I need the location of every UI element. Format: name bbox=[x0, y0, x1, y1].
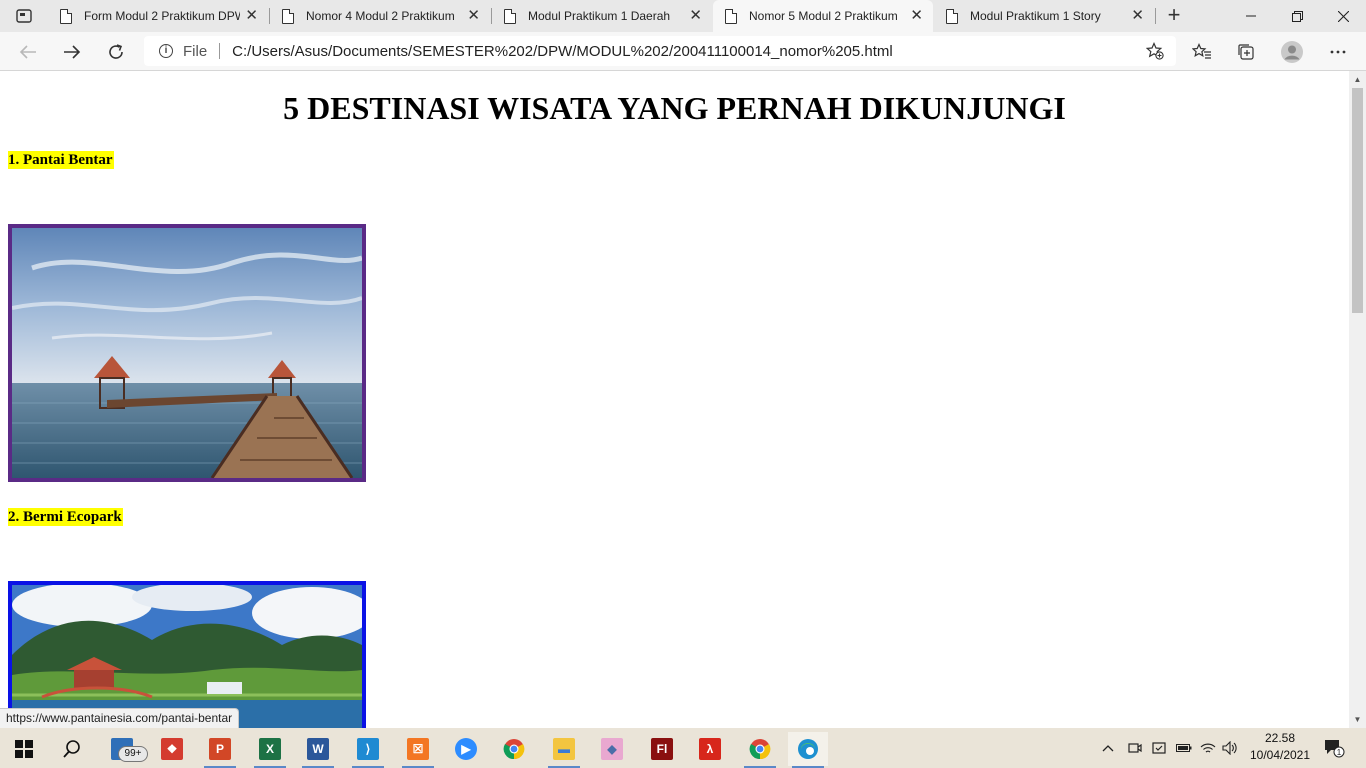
address-divider bbox=[219, 43, 221, 59]
powerpoint-icon[interactable]: P bbox=[200, 732, 240, 768]
tab-form-modul-2[interactable]: Form Modul 2 Praktikum DPW ✕ bbox=[48, 0, 268, 32]
close-window-button[interactable] bbox=[1320, 0, 1366, 32]
tab-modul-praktikum-daerah[interactable]: Modul Praktikum 1 Daerah ✕ bbox=[492, 0, 712, 32]
meet-now-icon[interactable] bbox=[1128, 728, 1142, 768]
info-icon[interactable]: i bbox=[159, 44, 173, 58]
acrobat-icon[interactable]: λ bbox=[690, 732, 730, 766]
close-icon[interactable]: ✕ bbox=[910, 8, 923, 24]
tab-nomor-5-active[interactable]: Nomor 5 Modul 2 Praktikum ✕ bbox=[713, 0, 933, 32]
forward-button[interactable] bbox=[58, 38, 86, 66]
windows-start-icon[interactable] bbox=[4, 732, 44, 766]
notification-badge: 99+ bbox=[118, 746, 148, 762]
tab-nomor-4[interactable]: Nomor 4 Modul 2 Praktikum ✕ bbox=[270, 0, 490, 32]
profile-avatar[interactable] bbox=[1278, 38, 1306, 66]
file-explorer-icon[interactable]: ▬ bbox=[544, 732, 584, 768]
flash-icon[interactable]: Fl bbox=[642, 732, 682, 766]
notification-count: 1 bbox=[1337, 748, 1342, 757]
action-center-icon[interactable]: 1 bbox=[1320, 736, 1348, 760]
tab-strip: Form Modul 2 Praktikum DPW ✕ Nomor 4 Mod… bbox=[0, 0, 1366, 32]
gift-app-icon[interactable]: ❖ bbox=[152, 732, 192, 766]
more-menu-icon[interactable] bbox=[1324, 38, 1352, 66]
scroll-up-arrow-icon[interactable]: ▲ bbox=[1349, 71, 1366, 88]
tab-actions-icon[interactable] bbox=[8, 4, 40, 28]
page-icon bbox=[60, 8, 72, 24]
windows-taskbar: 99+ ❖ P X W ⟩ ☒ ▶ ▬ ◆ Fl λ 22.58 10/04/2… bbox=[0, 728, 1366, 768]
tab-title: Nomor 4 Modul 2 Praktikum bbox=[306, 9, 455, 23]
scroll-thumb[interactable] bbox=[1352, 88, 1363, 313]
word-icon[interactable]: W bbox=[298, 732, 338, 768]
tab-modul-praktikum-story[interactable]: Modul Praktikum 1 Story ✕ bbox=[934, 0, 1154, 32]
wifi-icon[interactable] bbox=[1200, 728, 1216, 768]
clock-date: 10/04/2021 bbox=[1249, 748, 1311, 762]
tab-title: Form Modul 2 Praktikum DPW bbox=[84, 9, 240, 23]
chrome-alt-icon[interactable] bbox=[740, 732, 780, 768]
vertical-scrollbar[interactable]: ▲ ▼ bbox=[1349, 71, 1366, 728]
tab-divider bbox=[1155, 8, 1156, 24]
restore-button[interactable] bbox=[1274, 0, 1320, 32]
minimize-button[interactable] bbox=[1228, 0, 1274, 32]
maps-app-icon[interactable]: ◆ bbox=[592, 732, 632, 766]
refresh-button[interactable] bbox=[102, 38, 130, 66]
xampp-icon[interactable]: ☒ bbox=[398, 732, 438, 768]
back-button[interactable] bbox=[14, 38, 42, 66]
address-bar[interactable]: i File C:/Users/Asus/Documents/SEMESTER%… bbox=[144, 36, 1176, 66]
scheme-label: File bbox=[183, 42, 208, 60]
close-icon[interactable]: ✕ bbox=[1131, 8, 1144, 24]
bermi-ecopark-image bbox=[12, 585, 362, 728]
url-text[interactable]: C:/Users/Asus/Documents/SEMESTER%202/DPW… bbox=[232, 43, 1132, 60]
page-title: 5 DESTINASI WISATA YANG PERNAH DIKUNJUNG… bbox=[283, 90, 1066, 126]
tab-title: Modul Praktikum 1 Story bbox=[970, 9, 1101, 23]
tab-title: Modul Praktikum 1 Daerah bbox=[528, 9, 671, 23]
zoom-icon[interactable]: ▶ bbox=[446, 732, 486, 766]
link-status-bar: https://www.pantainesia.com/pantai-benta… bbox=[0, 708, 240, 728]
tab-title: Nomor 5 Modul 2 Praktikum bbox=[749, 9, 898, 23]
scroll-down-arrow-icon[interactable]: ▼ bbox=[1349, 711, 1366, 728]
close-icon[interactable]: ✕ bbox=[467, 8, 480, 24]
add-favorite-icon[interactable] bbox=[1145, 42, 1164, 65]
close-icon[interactable]: ✕ bbox=[245, 8, 258, 24]
bermi-ecopark-photo-link[interactable] bbox=[8, 581, 366, 728]
destination-label-pantai-bentar: 1. Pantai Bentar bbox=[8, 151, 114, 169]
new-tab-button[interactable]: + bbox=[1162, 4, 1186, 28]
page-icon bbox=[946, 8, 958, 24]
system-clock[interactable]: 22.58 10/04/2021 bbox=[1244, 730, 1316, 764]
security-icon[interactable] bbox=[1152, 728, 1166, 768]
volume-icon[interactable] bbox=[1222, 728, 1238, 768]
favorites-icon[interactable] bbox=[1188, 38, 1216, 66]
chrome-icon[interactable] bbox=[494, 732, 534, 766]
pantai-bentar-image bbox=[12, 228, 362, 478]
close-icon[interactable]: ✕ bbox=[689, 8, 702, 24]
search-icon[interactable] bbox=[52, 732, 92, 766]
edge-icon[interactable] bbox=[788, 732, 828, 768]
vscode-icon[interactable]: ⟩ bbox=[348, 732, 388, 768]
pantai-bentar-photo-link[interactable] bbox=[8, 224, 366, 482]
clock-time: 22.58 bbox=[1264, 731, 1296, 745]
destination-label-bermi-ecopark: 2. Bermi Ecopark bbox=[8, 508, 123, 526]
battery-icon[interactable] bbox=[1176, 728, 1192, 768]
collections-icon[interactable] bbox=[1232, 38, 1260, 66]
page-viewport: 5 DESTINASI WISATA YANG PERNAH DIKUNJUNG… bbox=[0, 71, 1349, 728]
show-hidden-icons-icon[interactable] bbox=[1102, 728, 1114, 768]
excel-icon[interactable]: X bbox=[250, 732, 290, 768]
page-icon bbox=[725, 8, 737, 24]
page-icon bbox=[282, 8, 294, 24]
page-icon bbox=[504, 8, 516, 24]
browser-toolbar: i File C:/Users/Asus/Documents/SEMESTER%… bbox=[0, 32, 1366, 71]
